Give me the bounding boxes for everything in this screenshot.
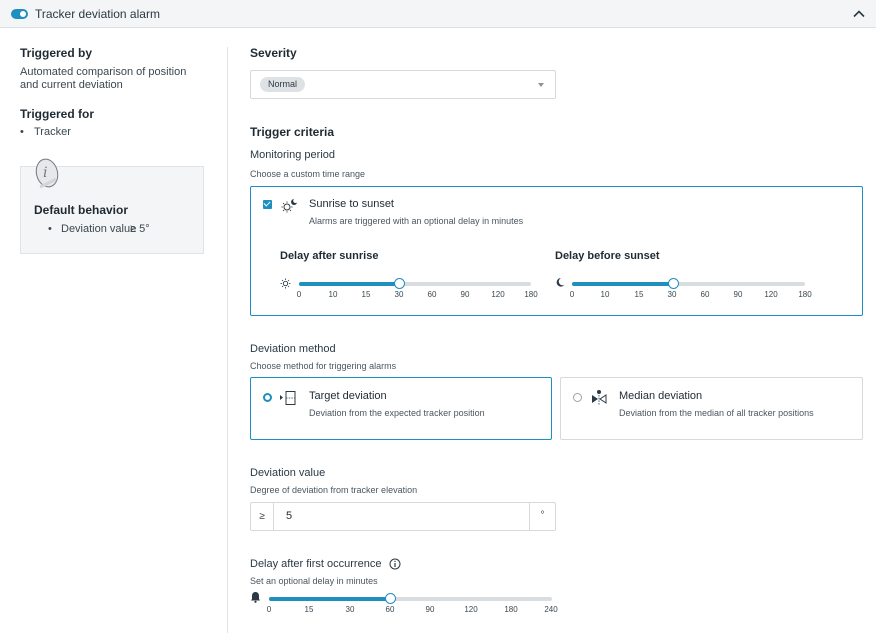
sun-moon-icon <box>281 199 297 213</box>
delay-before-sunset-slider[interactable] <box>572 278 805 289</box>
slider-fill <box>299 282 399 286</box>
slider-tick-label: 30 <box>667 290 677 299</box>
severity-select[interactable]: Normal <box>250 70 556 99</box>
triggered-by-text-1: Automated comparison of position <box>20 66 187 78</box>
deviation-value-unit: ° <box>529 503 555 530</box>
triggered-for-heading: Triggered for <box>20 107 95 121</box>
deviation-method-label: Deviation method <box>250 343 336 355</box>
slider-tick-label: 240 <box>544 605 558 614</box>
monitoring-period-hint: Choose a custom time range <box>250 169 366 179</box>
slider-tick-label: 60 <box>385 605 395 614</box>
deviation-value-text[interactable]: 5 <box>286 510 292 522</box>
median-deviation-option[interactable]: Median deviation Deviation from the medi… <box>560 377 863 440</box>
slider-tick-label: 120 <box>491 290 505 299</box>
target-deviation-title: Target deviation <box>309 390 387 402</box>
triggered-for-bullet: • <box>20 126 24 138</box>
severity-chip: Normal <box>260 77 306 92</box>
slider-tick-label: 30 <box>394 290 404 299</box>
slider-thumb[interactable] <box>393 278 405 289</box>
bell-icon <box>251 592 260 603</box>
triggered-by-heading: Triggered by <box>20 46 93 60</box>
median-deviation-title: Median deviation <box>619 390 703 402</box>
default-behavior-heading: Default behavior <box>34 203 129 217</box>
slider-tick-label: 15 <box>361 290 371 299</box>
deviation-method-hint: Choose method for triggering alarms <box>250 361 397 371</box>
deviation-value-hint: Degree of deviation from tracker elevati… <box>250 485 418 495</box>
moon-icon <box>556 277 565 287</box>
target-deviation-option[interactable]: Target deviation Deviation from the expe… <box>250 377 552 440</box>
default-behavior-bullet: • <box>48 223 52 235</box>
column-divider <box>227 47 228 633</box>
sunrise-sunset-panel[interactable]: Sunrise to sunset Alarms are triggered w… <box>250 186 863 316</box>
slider-tick-label: 180 <box>798 290 812 299</box>
slider-tick-label: 15 <box>634 290 644 299</box>
slider-tick-label: 60 <box>427 290 437 299</box>
slider-tick-label: 90 <box>460 290 470 299</box>
chevron-up-icon[interactable] <box>852 7 866 21</box>
delay-first-occurrence-hint: Set an optional delay in minutes <box>250 576 378 586</box>
slider-tick-label: 90 <box>425 605 435 614</box>
slider-fill <box>572 282 673 286</box>
delay-first-occurrence-label: Delay after first occurrence <box>250 558 382 570</box>
slider-tick-label: 60 <box>700 290 710 299</box>
sunrise-sunset-desc: Alarms are triggered with an optional de… <box>309 216 524 226</box>
slider-tick-label: 15 <box>304 605 314 614</box>
default-behavior-card: i Default behavior • Deviation value ≥ 5… <box>20 158 204 254</box>
slider-tick-label: 120 <box>764 290 778 299</box>
median-deviation-desc: Deviation from the median of all tracker… <box>619 408 814 418</box>
svg-text:i: i <box>43 165 47 181</box>
sunrise-sunset-checkbox[interactable] <box>263 200 272 209</box>
slider-tick-label: 10 <box>600 290 610 299</box>
target-deviation-radio[interactable] <box>263 393 272 402</box>
default-behavior-label: Deviation value <box>61 223 137 235</box>
slider-tick-label: 0 <box>296 290 302 299</box>
alarm-enabled-toggle[interactable] <box>11 9 28 19</box>
severity-heading: Severity <box>250 46 297 60</box>
median-deviation-radio[interactable] <box>573 393 582 402</box>
slider-tick-label: 180 <box>504 605 518 614</box>
triggered-by-text-2: and current deviation <box>20 79 123 91</box>
deviation-value-prefix: ≥ <box>251 503 274 530</box>
slider-tick-label: 180 <box>524 290 538 299</box>
alarm-title: Tracker deviation alarm <box>35 7 160 21</box>
slider-tick-label: 10 <box>328 290 338 299</box>
slider-fill <box>269 597 390 601</box>
deviation-value-input[interactable]: ≥ 5 ° <box>250 502 556 531</box>
slider-thumb[interactable] <box>384 593 396 604</box>
default-behavior-value: ≥ 5° <box>130 223 150 235</box>
target-deviation-desc: Deviation from the expected tracker posi… <box>309 408 485 418</box>
median-deviation-icon <box>592 390 607 405</box>
slider-tick-label: 0 <box>569 290 575 299</box>
slider-tick-label: 120 <box>464 605 478 614</box>
alarm-header[interactable]: Tracker deviation alarm <box>0 0 876 28</box>
slider-thumb[interactable] <box>667 278 679 289</box>
delay-after-sunrise-label: Delay after sunrise <box>280 250 379 262</box>
triggered-for-item: Tracker <box>34 126 71 138</box>
caret-down-icon <box>538 83 544 87</box>
info-pin-icon: i <box>35 158 59 189</box>
slider-tick-label: 90 <box>733 290 743 299</box>
slider-tick-label: 0 <box>266 605 272 614</box>
target-deviation-icon <box>280 391 296 405</box>
sunrise-sunset-title: Sunrise to sunset <box>309 198 394 210</box>
delay-before-sunset-label: Delay before sunset <box>555 250 660 262</box>
sun-icon <box>280 278 291 289</box>
deviation-value-label: Deviation value <box>250 467 326 479</box>
delay-first-occurrence-slider[interactable] <box>269 593 552 604</box>
monitoring-period-label: Monitoring period <box>250 149 335 161</box>
slider-tick-label: 30 <box>345 605 355 614</box>
trigger-criteria-heading: Trigger criteria <box>250 125 335 139</box>
delay-after-sunrise-slider[interactable] <box>299 278 531 289</box>
info-circle-icon[interactable] <box>389 558 401 570</box>
